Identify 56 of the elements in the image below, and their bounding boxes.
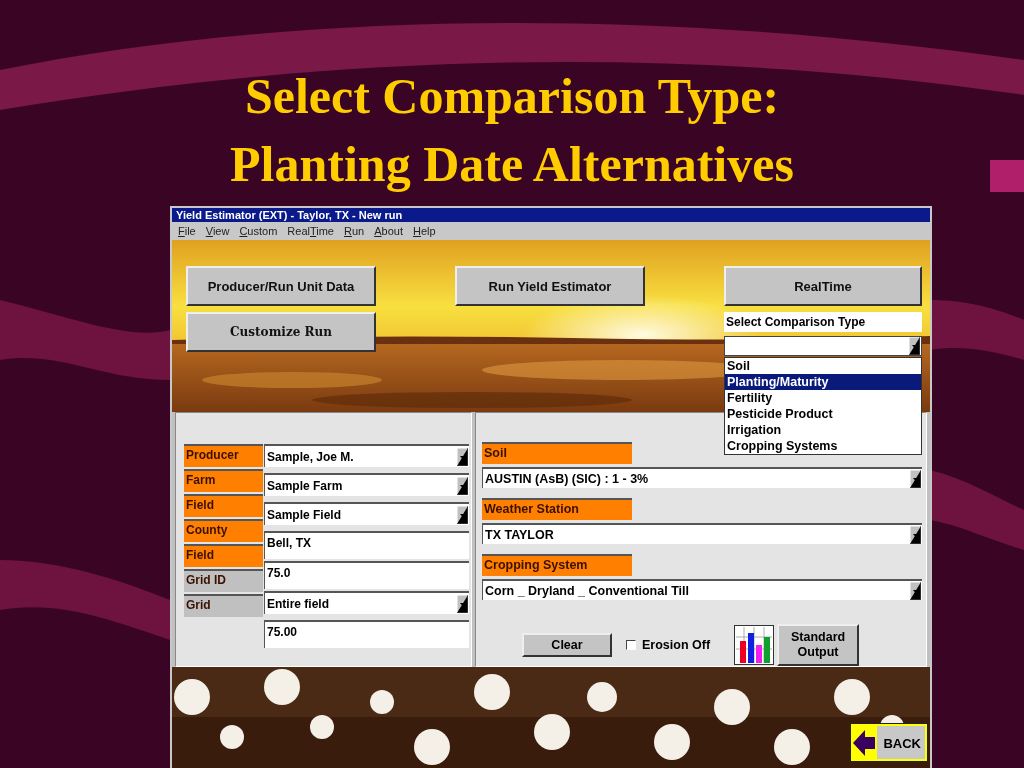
slide-title: Select Comparison Type: Planting Date Alternatives [230, 67, 794, 194]
back-button[interactable]: BACK [850, 723, 928, 762]
field-label: Producer [184, 444, 263, 467]
field-label: Field [184, 494, 263, 517]
dropdown-arrow-icon[interactable] [457, 505, 468, 524]
comparison-dropdown[interactable] [724, 336, 922, 356]
command-button[interactable]: RealTime [724, 266, 922, 306]
dropdown-field[interactable]: TX TAYLOR [482, 523, 922, 544]
menu-item[interactable]: File [178, 225, 196, 237]
input-field[interactable]: Bell, TX [264, 531, 469, 559]
dropdown-arrow-icon[interactable] [457, 476, 468, 495]
command-button[interactable]: Run Yield Estimator [455, 266, 645, 306]
dropdown-arrow-icon[interactable] [457, 594, 468, 613]
field-label: Grid ID [184, 569, 263, 592]
field-label: Cropping System [482, 554, 632, 577]
dropdown-arrow-icon[interactable] [457, 447, 468, 466]
list-option[interactable]: Soil [725, 358, 921, 374]
command-button[interactable]: Customize Run [186, 312, 376, 352]
field-label: Grid [184, 594, 263, 617]
input-field[interactable]: 75.00 [264, 620, 469, 648]
field-label: Field [184, 544, 263, 567]
field-label: Select Comparison Type [724, 312, 922, 332]
checkbox[interactable] [626, 640, 636, 650]
list-option[interactable]: Fertility [725, 390, 921, 406]
field-label: County [184, 519, 263, 542]
menu-item[interactable]: Run [344, 225, 365, 237]
dropdown-field[interactable]: Sample Farm [264, 473, 469, 496]
dropdown-field[interactable]: Corn _ Dryland _ Conventional Till [482, 579, 922, 600]
menu-item[interactable]: Help [412, 225, 436, 237]
dropdown-field[interactable]: Entire field [264, 591, 469, 614]
dropdown-arrow-icon[interactable] [910, 525, 921, 544]
field-label: Weather Station [482, 498, 632, 521]
window-title: Yield Estimator (EXT) - Taylor, TX - New run [172, 208, 930, 222]
command-button[interactable]: Producer/Run Unit Data [186, 266, 376, 306]
dropdown-field[interactable]: Sample Field [264, 502, 469, 525]
standard-output-button[interactable]: Standard Output [777, 624, 860, 666]
list-option[interactable]: Planting/Maturity [725, 374, 921, 390]
checkbox-label: Erosion Off [642, 638, 711, 652]
list-option[interactable]: Irrigation [725, 422, 921, 438]
accent-bar [990, 160, 1024, 192]
field-label: Soil [482, 442, 632, 465]
dropdown-field[interactable]: Sample, Joe M. [264, 444, 469, 467]
dropdown-field[interactable]: AUSTIN (AsB) (SIC) : 1 - 3% [482, 467, 922, 488]
input-field[interactable]: 75.0 [264, 561, 469, 589]
menu-item[interactable]: About [374, 225, 403, 237]
field-label: Farm [184, 469, 263, 492]
dropdown-arrow-icon[interactable] [909, 337, 920, 355]
list-option[interactable]: Cropping Systems [725, 438, 921, 454]
clear-button[interactable]: Clear [522, 633, 612, 657]
bar-chart-icon[interactable] [734, 625, 775, 665]
menu-item[interactable]: Custom [239, 225, 278, 237]
menu-item[interactable]: View [205, 225, 230, 237]
dropdown-arrow-icon[interactable] [910, 581, 921, 600]
dropdown-arrow-icon[interactable] [910, 469, 921, 488]
menu-item[interactable]: RealTime [287, 225, 334, 237]
list-option[interactable]: Pesticide Product [725, 406, 921, 422]
